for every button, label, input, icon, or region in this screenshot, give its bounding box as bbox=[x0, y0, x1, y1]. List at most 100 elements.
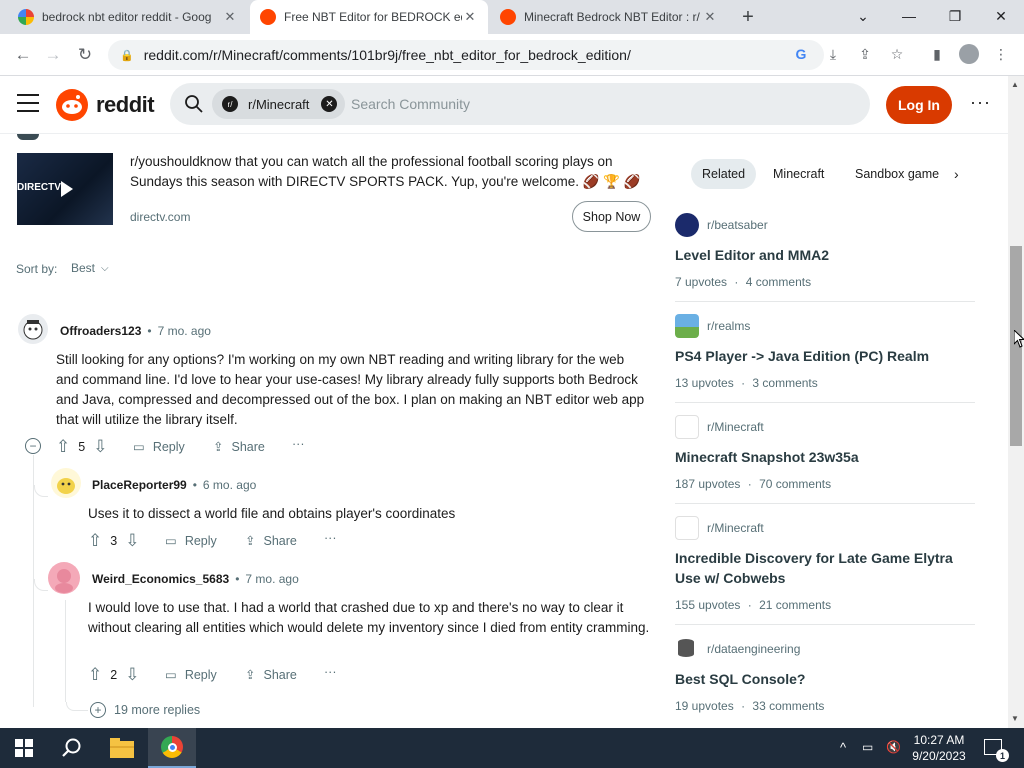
new-tab-button[interactable]: + bbox=[736, 6, 760, 28]
related-post-subreddit[interactable]: r/Minecraft bbox=[675, 516, 764, 540]
share-button[interactable]: ⇪ Share bbox=[245, 533, 297, 549]
bookmark-star-icon[interactable]: ☆ bbox=[886, 43, 908, 65]
comment-count[interactable]: 70 comments bbox=[759, 477, 831, 491]
scroll-up-icon[interactable]: ▲ bbox=[1011, 80, 1019, 89]
upvote-icon[interactable]: ⇧ bbox=[56, 437, 70, 457]
browser-menu-icon[interactable]: ⋮ bbox=[990, 43, 1012, 65]
notifications-icon[interactable]: 1 bbox=[984, 739, 1009, 762]
tab-related[interactable]: Related bbox=[691, 159, 757, 189]
comment-count[interactable]: 33 comments bbox=[752, 699, 824, 713]
collapse-thread-icon[interactable]: − bbox=[25, 438, 41, 454]
related-post-subreddit[interactable]: r/realms bbox=[675, 314, 750, 338]
comment-icon: ▭ bbox=[165, 534, 177, 548]
vote-bar: ⇧ 5 ⇩ bbox=[56, 437, 107, 457]
restore-icon[interactable]: ❐ bbox=[932, 0, 978, 32]
reload-icon[interactable]: ↻ bbox=[72, 42, 98, 68]
comment-time[interactable]: 7 mo. ago bbox=[158, 324, 211, 338]
clear-community-icon[interactable]: ✕ bbox=[321, 96, 338, 112]
share-button[interactable]: ⇪ Share bbox=[213, 439, 265, 455]
tab-search-icon[interactable]: ⌄ bbox=[840, 0, 886, 32]
avatar[interactable] bbox=[48, 562, 80, 594]
system-clock[interactable]: 10:27 AM 9/20/2023 bbox=[912, 732, 966, 764]
search-bar[interactable]: r/ r/Minecraft ✕ Search Community bbox=[170, 83, 870, 125]
comment-time[interactable]: 6 mo. ago bbox=[203, 478, 256, 492]
ad-domain[interactable]: directv.com bbox=[130, 210, 190, 224]
file-explorer-icon[interactable] bbox=[98, 728, 146, 768]
search-icon[interactable] bbox=[48, 728, 96, 768]
scroll-down-icon[interactable]: ▼ bbox=[1011, 714, 1019, 723]
install-icon[interactable]: ⤓ bbox=[822, 43, 844, 65]
address-bar[interactable]: 🔒 reddit.com/r/Minecraft/comments/101br9… bbox=[108, 40, 824, 70]
play-icon[interactable] bbox=[61, 181, 73, 197]
reddit-wordmark[interactable]: reddit bbox=[96, 92, 155, 118]
profile-icon[interactable] bbox=[958, 43, 980, 65]
reply-button[interactable]: ▭ Reply bbox=[133, 439, 185, 455]
search-input[interactable]: Search Community bbox=[351, 96, 470, 112]
page-scrollbar[interactable]: ▲ ▼ bbox=[1008, 76, 1024, 728]
forward-icon[interactable]: → bbox=[40, 42, 66, 68]
comment-author[interactable]: PlaceReporter99 bbox=[92, 478, 187, 492]
close-tab-icon[interactable]: ✕ bbox=[462, 9, 478, 25]
reply-button[interactable]: ▭ Reply bbox=[165, 667, 217, 683]
more-replies-button[interactable]: + 19 more replies bbox=[90, 702, 200, 718]
share-button[interactable]: ⇪ Share bbox=[245, 667, 297, 683]
close-tab-icon[interactable]: ✕ bbox=[222, 9, 238, 25]
reply-button[interactable]: ▭ Reply bbox=[165, 533, 217, 549]
url-text: reddit.com/r/Minecraft/comments/101br9j/… bbox=[143, 47, 631, 63]
volume-muted-icon[interactable]: 🔇 bbox=[886, 740, 901, 754]
comment-count[interactable]: 4 comments bbox=[746, 275, 811, 289]
tab-nbt-editor[interactable]: Free NBT Editor for BEDROCK ed ✕ bbox=[250, 0, 488, 34]
upvote-icon[interactable]: ⇧ bbox=[88, 665, 102, 685]
login-button[interactable]: Log In bbox=[886, 86, 952, 124]
shop-now-button[interactable]: Shop Now bbox=[572, 201, 651, 232]
chrome-icon[interactable] bbox=[148, 728, 196, 768]
side-panel-icon[interactable]: ▮ bbox=[926, 43, 948, 65]
close-window-icon[interactable]: ✕ bbox=[978, 0, 1024, 32]
tab-sandbox-game[interactable]: Sandbox game bbox=[855, 159, 939, 189]
more-options-icon[interactable]: ··· bbox=[970, 92, 991, 113]
hamburger-menu-icon[interactable] bbox=[17, 94, 39, 112]
upvote-icon[interactable]: ⇧ bbox=[88, 531, 102, 551]
related-post-title[interactable]: Minecraft Snapshot 23w35a bbox=[675, 447, 965, 467]
divider bbox=[675, 301, 975, 302]
tab-minecraft[interactable]: Minecraft bbox=[773, 159, 824, 189]
avatar[interactable] bbox=[51, 468, 81, 498]
related-post-subreddit[interactable]: r/dataengineering bbox=[675, 637, 800, 661]
downvote-icon[interactable]: ⇩ bbox=[93, 437, 107, 457]
related-post-title[interactable]: Level Editor and MMA2 bbox=[675, 245, 965, 265]
comment-count[interactable]: 3 comments bbox=[752, 376, 817, 390]
more-actions-icon[interactable]: ··· bbox=[292, 437, 305, 451]
google-lens-icon[interactable]: G bbox=[790, 43, 812, 65]
downvote-icon[interactable]: ⇩ bbox=[125, 531, 139, 551]
plus-circle-icon: + bbox=[90, 702, 106, 718]
related-post-title[interactable]: Incredible Discovery for Late Game Elytr… bbox=[675, 548, 965, 588]
downvote-icon[interactable]: ⇩ bbox=[125, 665, 139, 685]
close-tab-icon[interactable]: ✕ bbox=[702, 9, 718, 25]
network-icon[interactable]: ▭ bbox=[862, 740, 873, 754]
tab-google-search[interactable]: bedrock nbt editor reddit - Goog ✕ bbox=[8, 0, 248, 34]
ad-thumb-text: DIRECTV bbox=[17, 182, 61, 193]
related-post-title[interactable]: PS4 Player -> Java Edition (PC) Realm bbox=[675, 346, 965, 366]
thread-line[interactable] bbox=[65, 600, 66, 702]
windows-start-icon[interactable] bbox=[0, 728, 48, 768]
chevron-right-icon[interactable]: › bbox=[954, 159, 959, 189]
community-chip[interactable]: r/ r/Minecraft ✕ bbox=[212, 89, 346, 119]
sort-dropdown[interactable]: Best ⌵ bbox=[71, 261, 109, 275]
comment-time[interactable]: 7 mo. ago bbox=[245, 572, 298, 586]
share-page-icon[interactable]: ⇪ bbox=[854, 43, 876, 65]
related-post-subreddit[interactable]: r/beatsaber bbox=[675, 213, 768, 237]
tray-chevron-icon[interactable]: ^ bbox=[840, 740, 846, 755]
reddit-logo-icon[interactable] bbox=[56, 89, 88, 121]
comment-author[interactable]: Offroaders123 bbox=[60, 324, 141, 338]
back-icon[interactable]: ← bbox=[10, 42, 36, 68]
avatar[interactable] bbox=[18, 314, 48, 344]
more-actions-icon[interactable]: ··· bbox=[324, 665, 337, 679]
comment-author[interactable]: Weird_Economics_5683 bbox=[92, 572, 229, 586]
minimize-icon[interactable]: — bbox=[886, 0, 932, 32]
related-post-subreddit[interactable]: r/Minecraft bbox=[675, 415, 764, 439]
related-post-title[interactable]: Best SQL Console? bbox=[675, 669, 965, 689]
comment-count[interactable]: 21 comments bbox=[759, 598, 831, 612]
ad-thumbnail[interactable]: DIRECTV bbox=[17, 153, 113, 225]
more-actions-icon[interactable]: ··· bbox=[324, 531, 337, 545]
tab-bedrock-nbt[interactable]: Minecraft Bedrock NBT Editor : r/ ✕ bbox=[490, 0, 728, 34]
